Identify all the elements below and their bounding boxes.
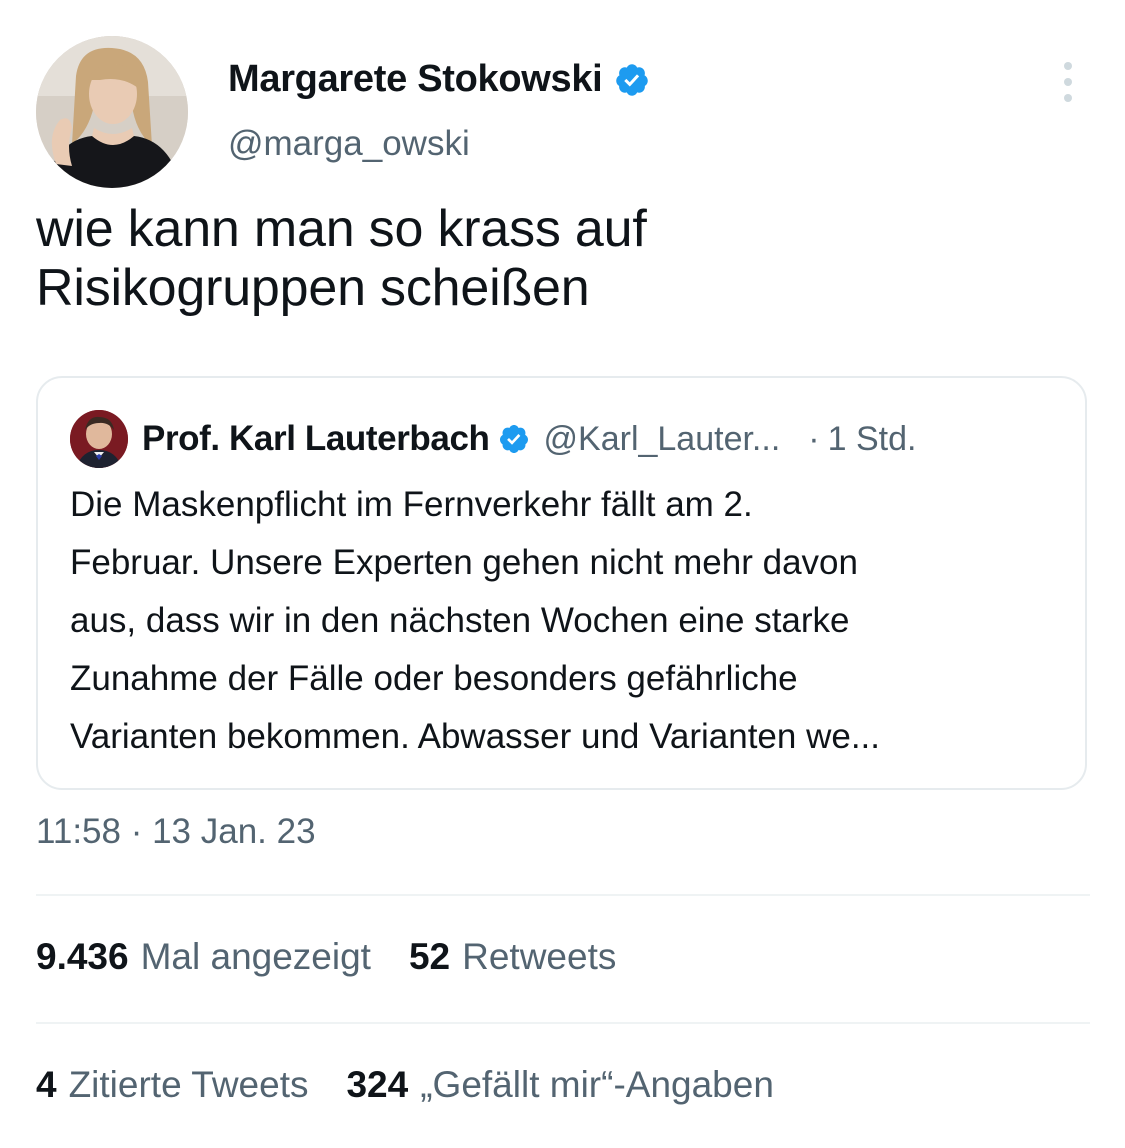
quoted-author-avatar (70, 410, 128, 468)
more-dot (1064, 94, 1072, 102)
quote-tweets-label: Zitierte Tweets (68, 1064, 309, 1105)
tweet-text: wie kann man so krass auf Risikogruppen … (36, 200, 647, 317)
quoted-tweet-text: Die Maskenpflicht im Fernverkehr fällt a… (70, 485, 880, 756)
retweets-label: Retweets (462, 936, 617, 977)
more-options-icon[interactable] (1056, 62, 1080, 102)
divider (36, 894, 1090, 896)
stats-row-quotes-likes: 4 Zitierte Tweets 324 „Gefällt mir“-Anga… (36, 1064, 812, 1106)
views-label: Mal angezeigt (140, 936, 371, 977)
quoted-tweet-time: 1 Std. (827, 419, 917, 458)
likes-label: „Gefällt mir“-Angaben (420, 1064, 774, 1105)
views-stat[interactable]: 9.436 Mal angezeigt (36, 936, 371, 978)
author-handle[interactable]: @marga_owski (228, 124, 470, 164)
more-dot (1064, 62, 1072, 70)
likes-stat[interactable]: 324 „Gefällt mir“-Angaben (346, 1064, 773, 1106)
retweets-count: 52 (408, 936, 451, 977)
views-count: 9.436 (36, 936, 129, 977)
divider (36, 1022, 1090, 1024)
quote-tweets-count: 4 (36, 1064, 57, 1105)
author-avatar[interactable] (36, 36, 188, 188)
quoted-time-separator: · (808, 419, 820, 458)
tweet-detail: Margarete Stokowski @marga_owski wie kan… (0, 0, 1125, 1148)
stats-row-views-retweets: 9.436 Mal angezeigt 52 Retweets (36, 936, 654, 978)
quote-tweets-stat[interactable]: 4 Zitierte Tweets (36, 1064, 308, 1106)
verified-badge-icon (498, 423, 530, 455)
likes-count: 324 (346, 1064, 409, 1105)
author-avatar-image (36, 36, 188, 188)
author-name-row: Margarete Stokowski (228, 58, 650, 101)
quoted-author-handle: @Karl_Lauter... (543, 419, 781, 458)
quoted-author-name: Prof. Karl Lauterbach (142, 419, 490, 458)
quoted-tweet-header: Prof. Karl Lauterbach @Karl_Lauter... · … (70, 410, 916, 468)
quoted-tweet-card[interactable]: Prof. Karl Lauterbach @Karl_Lauter... · … (36, 376, 1087, 790)
verified-badge-icon (614, 62, 650, 98)
author-name[interactable]: Margarete Stokowski (228, 58, 603, 101)
tweet-timestamp[interactable]: 11:58 · 13 Jan. 23 (36, 812, 316, 852)
more-dot (1064, 78, 1072, 86)
retweets-stat[interactable]: 52 Retweets (409, 936, 616, 978)
